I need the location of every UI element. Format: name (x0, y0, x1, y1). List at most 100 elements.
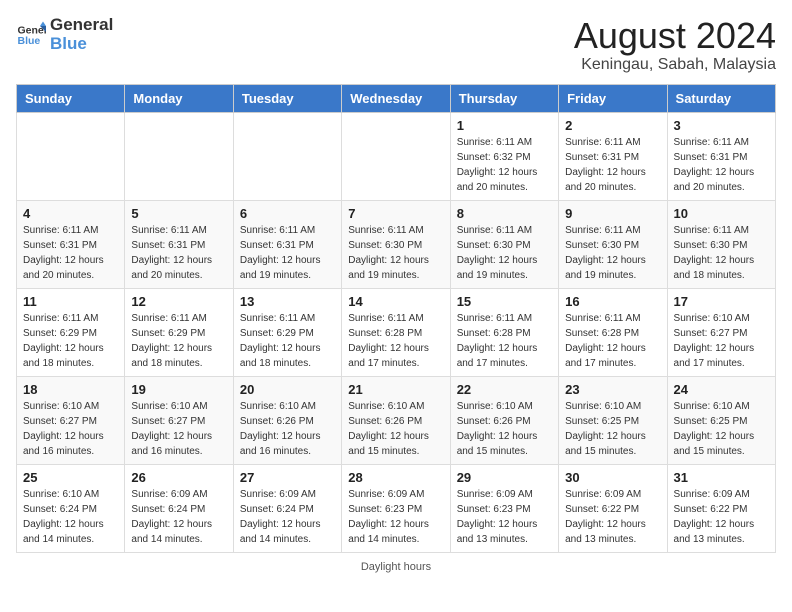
day-number: 20 (240, 382, 335, 397)
calendar-week-row: 11 Sunrise: 6:11 AM Sunset: 6:29 PM Dayli… (17, 288, 776, 376)
location-title: Keningau, Sabah, Malaysia (574, 56, 776, 74)
title-area: August 2024 Keningau, Sabah, Malaysia (574, 16, 776, 74)
day-info: Sunrise: 6:10 AM Sunset: 6:25 PM Dayligh… (674, 399, 769, 459)
calendar-day-cell: 16Sunrise: 6:11 AM Sunset: 6:28 PM Dayli… (559, 288, 667, 376)
calendar-day-cell: 13 Sunrise: 6:11 AM Sunset: 6:29 PM Dayli… (233, 288, 341, 376)
calendar-header-day: Thursday (450, 84, 558, 112)
day-info: Sunrise: 6:11 AM Sunset: 6:28 PM Dayligh… (457, 311, 552, 371)
logo-general-text: General (50, 16, 113, 35)
calendar-day-cell: 10 Sunrise: 6:11 AM Sunset: 6:30 PM Dayli… (667, 200, 775, 288)
calendar-day-cell: 6Sunrise: 6:11 AM Sunset: 6:31 PM Daylig… (233, 200, 341, 288)
day-info: Sunrise: 6:11 AM Sunset: 6:31 PM Dayligh… (565, 135, 660, 195)
day-number: 17 (674, 294, 769, 309)
logo-icon: General Blue (16, 20, 46, 50)
day-number: 2 (565, 118, 660, 133)
calendar-day-cell: 28Sunrise: 6:09 AM Sunset: 6:23 PM Dayli… (342, 464, 450, 552)
day-number: 22 (457, 382, 552, 397)
footer-note: Daylight hours (16, 561, 776, 573)
calendar-header-day: Tuesday (233, 84, 341, 112)
day-info: Sunrise: 6:10 AM Sunset: 6:25 PM Dayligh… (565, 399, 660, 459)
calendar-day-cell: 15 Sunrise: 6:11 AM Sunset: 6:28 PM Dayli… (450, 288, 558, 376)
day-info: Sunrise: 6:10 AM Sunset: 6:26 PM Dayligh… (348, 399, 443, 459)
day-info: Sunrise: 6:11 AM Sunset: 6:29 PM Dayligh… (131, 311, 226, 371)
calendar-day-cell: 26 Sunrise: 6:09 AM Sunset: 6:24 PM Dayli… (125, 464, 233, 552)
day-info: Sunrise: 6:11 AM Sunset: 6:31 PM Dayligh… (131, 223, 226, 283)
month-title: August 2024 (574, 16, 776, 56)
day-number: 29 (457, 470, 552, 485)
calendar-day-cell: 8 Sunrise: 6:11 AM Sunset: 6:30 PM Daylig… (450, 200, 558, 288)
calendar-day-cell: 2 Sunrise: 6:11 AM Sunset: 6:31 PM Daylig… (559, 112, 667, 200)
day-number: 30 (565, 470, 660, 485)
day-number: 23 (565, 382, 660, 397)
calendar-day-cell: 25Sunrise: 6:10 AM Sunset: 6:24 PM Dayli… (17, 464, 125, 552)
day-number: 12 (131, 294, 226, 309)
day-info: Sunrise: 6:11 AM Sunset: 6:29 PM Dayligh… (23, 311, 118, 371)
calendar-week-row: 18 Sunrise: 6:10 AM Sunset: 6:27 PM Dayli… (17, 376, 776, 464)
svg-text:Blue: Blue (18, 35, 41, 47)
calendar-table: SundayMondayTuesdayWednesdayThursdayFrid… (16, 84, 776, 553)
day-number: 16 (565, 294, 660, 309)
day-number: 3 (674, 118, 769, 133)
day-info: Sunrise: 6:09 AM Sunset: 6:24 PM Dayligh… (131, 487, 226, 547)
day-number: 27 (240, 470, 335, 485)
day-info: Sunrise: 6:11 AM Sunset: 6:31 PM Dayligh… (674, 135, 769, 195)
calendar-header-day: Monday (125, 84, 233, 112)
day-number: 14 (348, 294, 443, 309)
calendar-day-cell: 22 Sunrise: 6:10 AM Sunset: 6:26 PM Dayli… (450, 376, 558, 464)
day-number: 21 (348, 382, 443, 397)
calendar-week-row: 25Sunrise: 6:10 AM Sunset: 6:24 PM Dayli… (17, 464, 776, 552)
day-number: 24 (674, 382, 769, 397)
calendar-day-cell: 18 Sunrise: 6:10 AM Sunset: 6:27 PM Dayli… (17, 376, 125, 464)
calendar-day-cell: 21 Sunrise: 6:10 AM Sunset: 6:26 PM Dayli… (342, 376, 450, 464)
calendar-header-day: Wednesday (342, 84, 450, 112)
day-number: 13 (240, 294, 335, 309)
day-info: Sunrise: 6:10 AM Sunset: 6:27 PM Dayligh… (131, 399, 226, 459)
calendar-body: 1Sunrise: 6:11 AM Sunset: 6:32 PM Daylig… (17, 112, 776, 552)
day-number: 11 (23, 294, 118, 309)
calendar-day-cell: 17 Sunrise: 6:10 AM Sunset: 6:27 PM Dayli… (667, 288, 775, 376)
day-info: Sunrise: 6:11 AM Sunset: 6:31 PM Dayligh… (23, 223, 118, 283)
calendar-day-cell: 1Sunrise: 6:11 AM Sunset: 6:32 PM Daylig… (450, 112, 558, 200)
calendar-header-day: Saturday (667, 84, 775, 112)
day-info: Sunrise: 6:11 AM Sunset: 6:30 PM Dayligh… (565, 223, 660, 283)
day-number: 7 (348, 206, 443, 221)
day-info: Sunrise: 6:09 AM Sunset: 6:22 PM Dayligh… (674, 487, 769, 547)
day-number: 28 (348, 470, 443, 485)
calendar-header-day: Sunday (17, 84, 125, 112)
day-info: Sunrise: 6:10 AM Sunset: 6:27 PM Dayligh… (23, 399, 118, 459)
day-number: 4 (23, 206, 118, 221)
calendar-header-day: Friday (559, 84, 667, 112)
day-info: Sunrise: 6:11 AM Sunset: 6:30 PM Dayligh… (457, 223, 552, 283)
day-info: Sunrise: 6:11 AM Sunset: 6:30 PM Dayligh… (348, 223, 443, 283)
day-number: 1 (457, 118, 552, 133)
day-number: 26 (131, 470, 226, 485)
calendar-day-cell: 30Sunrise: 6:09 AM Sunset: 6:22 PM Dayli… (559, 464, 667, 552)
day-info: Sunrise: 6:11 AM Sunset: 6:30 PM Dayligh… (674, 223, 769, 283)
day-number: 25 (23, 470, 118, 485)
calendar-day-cell: 24 Sunrise: 6:10 AM Sunset: 6:25 PM Dayli… (667, 376, 775, 464)
calendar-day-cell: 12 Sunrise: 6:11 AM Sunset: 6:29 PM Dayli… (125, 288, 233, 376)
calendar-day-cell: 4 Sunrise: 6:11 AM Sunset: 6:31 PM Daylig… (17, 200, 125, 288)
logo-blue-text: Blue (50, 35, 113, 54)
day-number: 6 (240, 206, 335, 221)
day-number: 10 (674, 206, 769, 221)
day-info: Sunrise: 6:10 AM Sunset: 6:26 PM Dayligh… (457, 399, 552, 459)
day-info: Sunrise: 6:09 AM Sunset: 6:23 PM Dayligh… (457, 487, 552, 547)
day-number: 9 (565, 206, 660, 221)
day-number: 19 (131, 382, 226, 397)
calendar-day-cell (233, 112, 341, 200)
day-number: 8 (457, 206, 552, 221)
calendar-day-cell: 5 Sunrise: 6:11 AM Sunset: 6:31 PM Daylig… (125, 200, 233, 288)
day-number: 15 (457, 294, 552, 309)
day-info: Sunrise: 6:10 AM Sunset: 6:27 PM Dayligh… (674, 311, 769, 371)
day-info: Sunrise: 6:11 AM Sunset: 6:29 PM Dayligh… (240, 311, 335, 371)
calendar-day-cell: 20 Sunrise: 6:10 AM Sunset: 6:26 PM Dayli… (233, 376, 341, 464)
day-number: 18 (23, 382, 118, 397)
day-info: Sunrise: 6:10 AM Sunset: 6:26 PM Dayligh… (240, 399, 335, 459)
calendar-day-cell: 31 Sunrise: 6:09 AM Sunset: 6:22 PM Dayli… (667, 464, 775, 552)
day-number: 5 (131, 206, 226, 221)
calendar-week-row: 1Sunrise: 6:11 AM Sunset: 6:32 PM Daylig… (17, 112, 776, 200)
day-number: 31 (674, 470, 769, 485)
calendar-day-cell: 27Sunrise: 6:09 AM Sunset: 6:24 PM Dayli… (233, 464, 341, 552)
calendar-day-cell: 19 Sunrise: 6:10 AM Sunset: 6:27 PM Dayli… (125, 376, 233, 464)
